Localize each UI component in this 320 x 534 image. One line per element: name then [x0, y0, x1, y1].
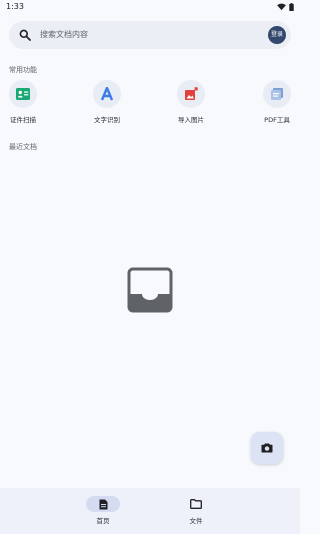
import-image-icon [185, 87, 198, 100]
feature-text-recognition[interactable]: 文字识别 [82, 80, 132, 124]
pdf-tool-icon [271, 88, 283, 100]
bottom-nav: 首页 文件 [0, 488, 300, 534]
feature-label: 文字识别 [94, 116, 120, 124]
empty-inbox-icon [127, 267, 173, 313]
nav-item-home[interactable]: 首页 [73, 496, 133, 525]
nav-label: 首页 [96, 517, 110, 525]
login-button[interactable]: 登录 [268, 26, 286, 44]
feature-label: 证件扫描 [10, 116, 36, 124]
camera-icon [261, 443, 273, 453]
feature-label: PDF工具 [264, 116, 290, 124]
wifi-icon [277, 3, 286, 11]
camera-button[interactable] [251, 432, 283, 464]
search-input[interactable]: 搜索文档内容 [40, 21, 88, 49]
nav-item-files[interactable]: 文件 [166, 496, 226, 525]
folder-icon [190, 499, 202, 509]
recent-docs-title: 最近文档 [9, 143, 37, 151]
feature-id-scan[interactable]: 证件扫描 [0, 80, 48, 124]
letter-a-icon [100, 87, 114, 101]
feature-label: 导入图片 [178, 116, 204, 124]
document-icon [99, 499, 107, 509]
search-bar[interactable]: 搜索文档内容 登录 [9, 21, 291, 49]
feature-pdf-tools[interactable]: PDF工具 [252, 80, 302, 124]
nav-label: 文件 [189, 517, 203, 525]
search-icon [19, 29, 31, 41]
common-features-title: 常用功能 [9, 66, 37, 74]
status-bar: 1:33 [0, 0, 300, 14]
status-icons [277, 3, 294, 11]
feature-import-image[interactable]: 导入图片 [166, 80, 216, 124]
id-card-icon [16, 88, 30, 100]
status-time: 1:33 [6, 2, 24, 11]
battery-icon [289, 3, 294, 11]
